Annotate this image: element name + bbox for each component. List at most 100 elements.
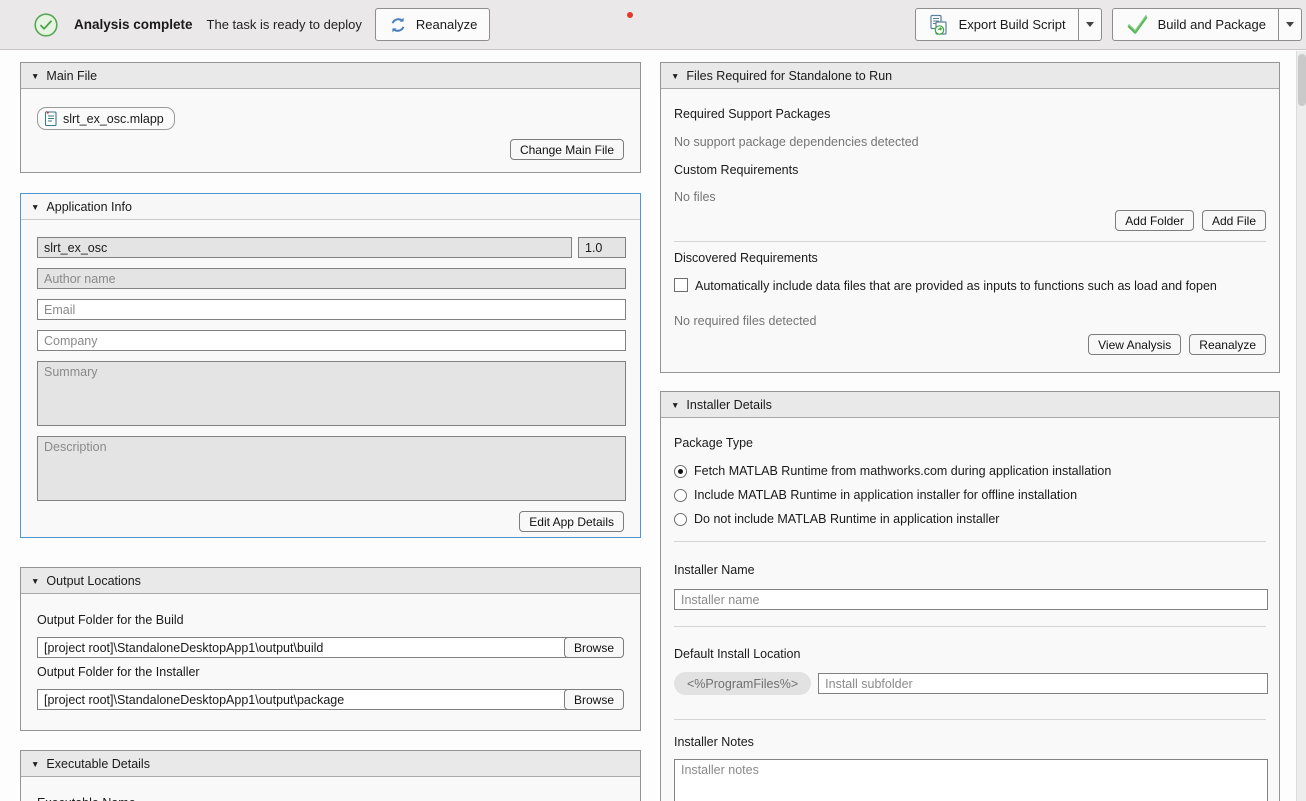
app-version-field[interactable] <box>578 237 626 258</box>
reanalyze-label: Reanalyze <box>416 17 477 32</box>
reanalyze-button[interactable]: Reanalyze <box>375 8 490 41</box>
program-files-token[interactable]: <%ProgramFiles%> <box>674 672 811 695</box>
installer-folder-browse-button[interactable]: Browse <box>564 689 624 710</box>
chevron-down-icon <box>1086 22 1094 27</box>
summary-field[interactable] <box>37 361 626 426</box>
toolbar-actions: Export Build Script Build and Package <box>905 8 1302 41</box>
files-required-header[interactable]: ▼ Files Required for Standalone to Run <box>661 63 1279 89</box>
change-main-file-button[interactable]: Change Main File <box>510 139 624 160</box>
status-title: Analysis complete <box>74 17 193 32</box>
radio-icon[interactable] <box>674 513 687 526</box>
installer-notes-label: Installer Notes <box>674 735 754 749</box>
application-info-panel: ▼ Application Info Edit App Details <box>20 193 641 538</box>
main-file-chip[interactable]: slrt_ex_osc.mlapp <box>37 107 175 130</box>
export-build-script-label: Export Build Script <box>959 17 1066 32</box>
collapse-triangle-icon: ▼ <box>31 576 39 586</box>
add-folder-button[interactable]: Add Folder <box>1115 210 1194 231</box>
export-build-script-dropdown[interactable] <box>1078 9 1101 40</box>
install-location-row: <%ProgramFiles%> <box>674 672 1268 695</box>
collapse-triangle-icon: ▼ <box>31 71 39 81</box>
discovered-status: No required files detected <box>674 314 816 328</box>
view-analysis-button[interactable]: View Analysis <box>1088 334 1181 355</box>
collapse-triangle-icon: ▼ <box>671 71 679 81</box>
divider <box>674 719 1266 720</box>
add-file-button[interactable]: Add File <box>1202 210 1266 231</box>
export-script-icon <box>928 14 950 36</box>
discovered-requirements-label: Discovered Requirements <box>674 251 818 265</box>
output-locations-title: Output Locations <box>46 574 141 588</box>
reanalyze-files-button[interactable]: Reanalyze <box>1189 334 1266 355</box>
vertical-scrollbar[interactable] <box>1296 51 1306 801</box>
installer-name-label: Installer Name <box>674 563 755 577</box>
package-option-label: Include MATLAB Runtime in application in… <box>694 488 1077 502</box>
analysis-complete-icon <box>34 13 58 37</box>
files-required-title: Files Required for Standalone to Run <box>686 69 892 83</box>
package-option-label: Fetch MATLAB Runtime from mathworks.com … <box>694 464 1111 478</box>
package-type-label: Package Type <box>674 436 753 450</box>
refresh-icon <box>388 15 408 35</box>
mlapp-file-icon <box>43 110 58 127</box>
build-folder-field[interactable] <box>37 637 572 658</box>
radio-icon[interactable] <box>674 489 687 502</box>
executable-details-title: Executable Details <box>46 757 150 771</box>
application-info-header[interactable]: ▼ Application Info <box>21 194 640 220</box>
app-name-field[interactable] <box>37 237 572 258</box>
status-subtitle: The task is ready to deploy <box>207 17 362 32</box>
support-packages-status: No support package dependencies detected <box>674 135 919 149</box>
collapse-triangle-icon: ▼ <box>671 400 679 410</box>
build-and-package-split-button: Build and Package <box>1112 8 1302 41</box>
installer-details-panel: ▼ Installer Details Package Type Fetch M… <box>660 391 1280 801</box>
build-and-package-button[interactable]: Build and Package <box>1113 9 1278 40</box>
installer-name-field[interactable] <box>674 589 1268 610</box>
auto-include-label[interactable]: Automatically include data files that ar… <box>695 279 1217 293</box>
scrollbar-thumb[interactable] <box>1298 54 1306 106</box>
radio-icon[interactable] <box>674 465 687 478</box>
custom-requirements-label: Custom Requirements <box>674 163 798 177</box>
package-option-include-runtime[interactable]: Include MATLAB Runtime in application in… <box>674 487 1077 503</box>
installer-folder-field[interactable] <box>37 689 572 710</box>
export-build-script-button[interactable]: Export Build Script <box>916 9 1078 40</box>
email-field[interactable] <box>37 299 626 320</box>
company-field[interactable] <box>37 330 626 351</box>
main-file-panel: ▼ Main File slrt_ex_osc.mlapp Change Mai… <box>20 62 641 173</box>
files-required-panel: ▼ Files Required for Standalone to Run R… <box>660 62 1280 373</box>
divider <box>674 241 1266 242</box>
build-check-icon <box>1125 14 1149 36</box>
build-folder-label: Output Folder for the Build <box>37 613 184 627</box>
application-info-title: Application Info <box>46 200 131 214</box>
collapse-triangle-icon: ▼ <box>31 759 39 769</box>
main-file-title: Main File <box>46 69 97 83</box>
installer-details-header[interactable]: ▼ Installer Details <box>661 392 1279 418</box>
package-option-fetch-runtime[interactable]: Fetch MATLAB Runtime from mathworks.com … <box>674 463 1111 479</box>
description-field[interactable] <box>37 436 626 501</box>
main-file-header[interactable]: ▼ Main File <box>21 63 640 89</box>
edit-app-details-button[interactable]: Edit App Details <box>519 511 624 532</box>
author-name-field[interactable] <box>37 268 626 289</box>
package-option-label: Do not include MATLAB Runtime in applica… <box>694 512 999 526</box>
package-option-no-runtime[interactable]: Do not include MATLAB Runtime in applica… <box>674 511 999 527</box>
chevron-down-icon <box>1286 22 1294 27</box>
build-and-package-label: Build and Package <box>1158 17 1266 32</box>
executable-name-label: Executable Name <box>37 796 136 801</box>
executable-details-panel: ▼ Executable Details Executable Name <box>20 750 641 801</box>
executable-details-header[interactable]: ▼ Executable Details <box>21 751 640 777</box>
divider <box>674 626 1266 627</box>
install-subfolder-field[interactable] <box>818 673 1268 694</box>
install-location-label: Default Install Location <box>674 647 800 661</box>
support-packages-label: Required Support Packages <box>674 107 830 121</box>
installer-folder-label: Output Folder for the Installer <box>37 665 200 679</box>
build-and-package-dropdown[interactable] <box>1278 9 1301 40</box>
build-folder-browse-button[interactable]: Browse <box>564 637 624 658</box>
discovered-buttons: View Analysis Reanalyze <box>1088 334 1266 355</box>
recording-dot <box>627 12 633 18</box>
export-build-script-split-button: Export Build Script <box>915 8 1102 41</box>
divider <box>674 541 1266 542</box>
auto-include-checkbox[interactable] <box>674 278 688 292</box>
installer-details-title: Installer Details <box>686 398 771 412</box>
collapse-triangle-icon: ▼ <box>31 202 39 212</box>
custom-requirements-status: No files <box>674 190 716 204</box>
custom-requirements-buttons: Add Folder Add File <box>1115 210 1266 231</box>
output-locations-header[interactable]: ▼ Output Locations <box>21 568 640 594</box>
toolbar: Analysis complete The task is ready to d… <box>0 0 1306 50</box>
installer-notes-field[interactable] <box>674 759 1268 801</box>
